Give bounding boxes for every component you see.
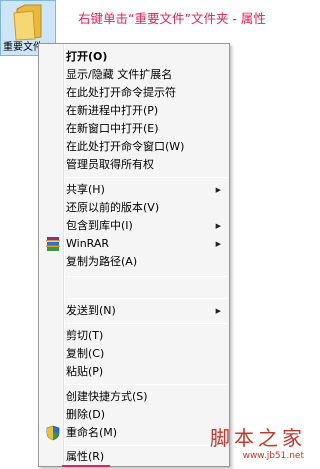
menu-item-label: 还原以前的版本(V) [66,201,160,214]
menu-item-label: 属性(R) [66,450,105,463]
menu-item-label: 剪切(T) [66,329,104,342]
menu-item-open[interactable]: 打开(O) [41,48,227,66]
menu-item-restore-previous-versions[interactable]: 还原以前的版本(V) [41,199,227,217]
menu-item-copy-as-path[interactable]: 复制为路径(A) [41,253,227,271]
menu-separator [65,384,227,385]
menu-separator [65,177,227,178]
menu-item-open-new-process[interactable]: 在新进程中打开(P) [41,102,227,120]
menu-item-include-in-library[interactable]: 包含到库中(I) ▶ [41,217,227,235]
submenu-arrow-icon: ▶ [215,186,221,194]
submenu-arrow-icon: ▶ [215,222,221,230]
instruction-caption: 右键单击“重要文件”文件夹 - 属性 [78,11,266,26]
menu-item-cut[interactable]: 剪切(T) [41,327,227,345]
menu-item-take-ownership[interactable]: 管理员取得所有权 [41,156,227,174]
uac-shield-icon [46,425,60,441]
menu-item-share[interactable]: 共享(H) ▶ [41,181,227,199]
menu-item-label: 粘贴(P) [66,365,104,378]
menu-item-paste[interactable]: 粘贴(P) [41,363,227,381]
menu-item-open-new-window[interactable]: 在新窗口中打开(E) [41,120,227,138]
menu-item-label: 打开(O) [66,50,108,63]
menu-separator [65,276,227,277]
menu-separator [65,323,227,324]
menu-item-open-command-window-here[interactable]: 在此处打开命令窗口(W) [41,138,227,156]
menu-item-label: 在此处打开命令提示符 [66,86,176,99]
menu-item-label: WinRAR [66,237,110,250]
menu-item-label: 复制为路径(A) [66,255,138,268]
watermark: 脚本之家 www.jb51.net [200,418,308,468]
submenu-arrow-icon: ▶ [215,240,221,248]
winrar-icon [46,237,60,251]
menu-item-label: 管理员取得所有权 [66,158,154,171]
menu-item-label: 创建快捷方式(S) [66,390,148,403]
menu-item-label: 显示/隐藏 文件扩展名 [66,68,173,81]
menu-item-open-command-prompt-here[interactable]: 在此处打开命令提示符 [41,84,227,102]
menu-item-copy[interactable]: 复制(C) [41,345,227,363]
menu-item-label: 包含到库中(I) [66,219,133,232]
menu-item-label: 复制(C) [66,347,105,360]
menu-item-send-to[interactable]: 发送到(N) ▶ [41,302,227,320]
submenu-arrow-icon: ▶ [215,307,221,315]
watermark-title: 脚本之家 [210,426,306,450]
menu-item-label: 重命名(M) [66,426,118,439]
menu-item-label: 在新进程中打开(P) [66,104,159,117]
menu-item-label: 在新窗口中打开(E) [66,122,159,135]
menu-separator [65,298,227,299]
menu-item-create-shortcut[interactable]: 创建快捷方式(S) [41,388,227,406]
menu-item-label: 删除(D) [66,408,106,421]
menu-item-label: 共享(H) [66,183,105,196]
context-menu: 打开(O) 显示/隐藏 文件扩展名 在此处打开命令提示符 在新进程中打开(P) … [38,43,230,467]
menu-item-toggle-extensions[interactable]: 显示/隐藏 文件扩展名 [41,66,227,84]
menu-item-label: 发送到(N) [66,304,116,317]
watermark-url: www.jb51.net [242,451,304,461]
properties-highlight-underline [62,465,110,467]
menu-item-label: 在此处打开命令窗口(W) [66,140,185,153]
menu-item-winrar[interactable]: WinRAR ▶ [41,235,227,253]
folder-icon [13,4,42,41]
